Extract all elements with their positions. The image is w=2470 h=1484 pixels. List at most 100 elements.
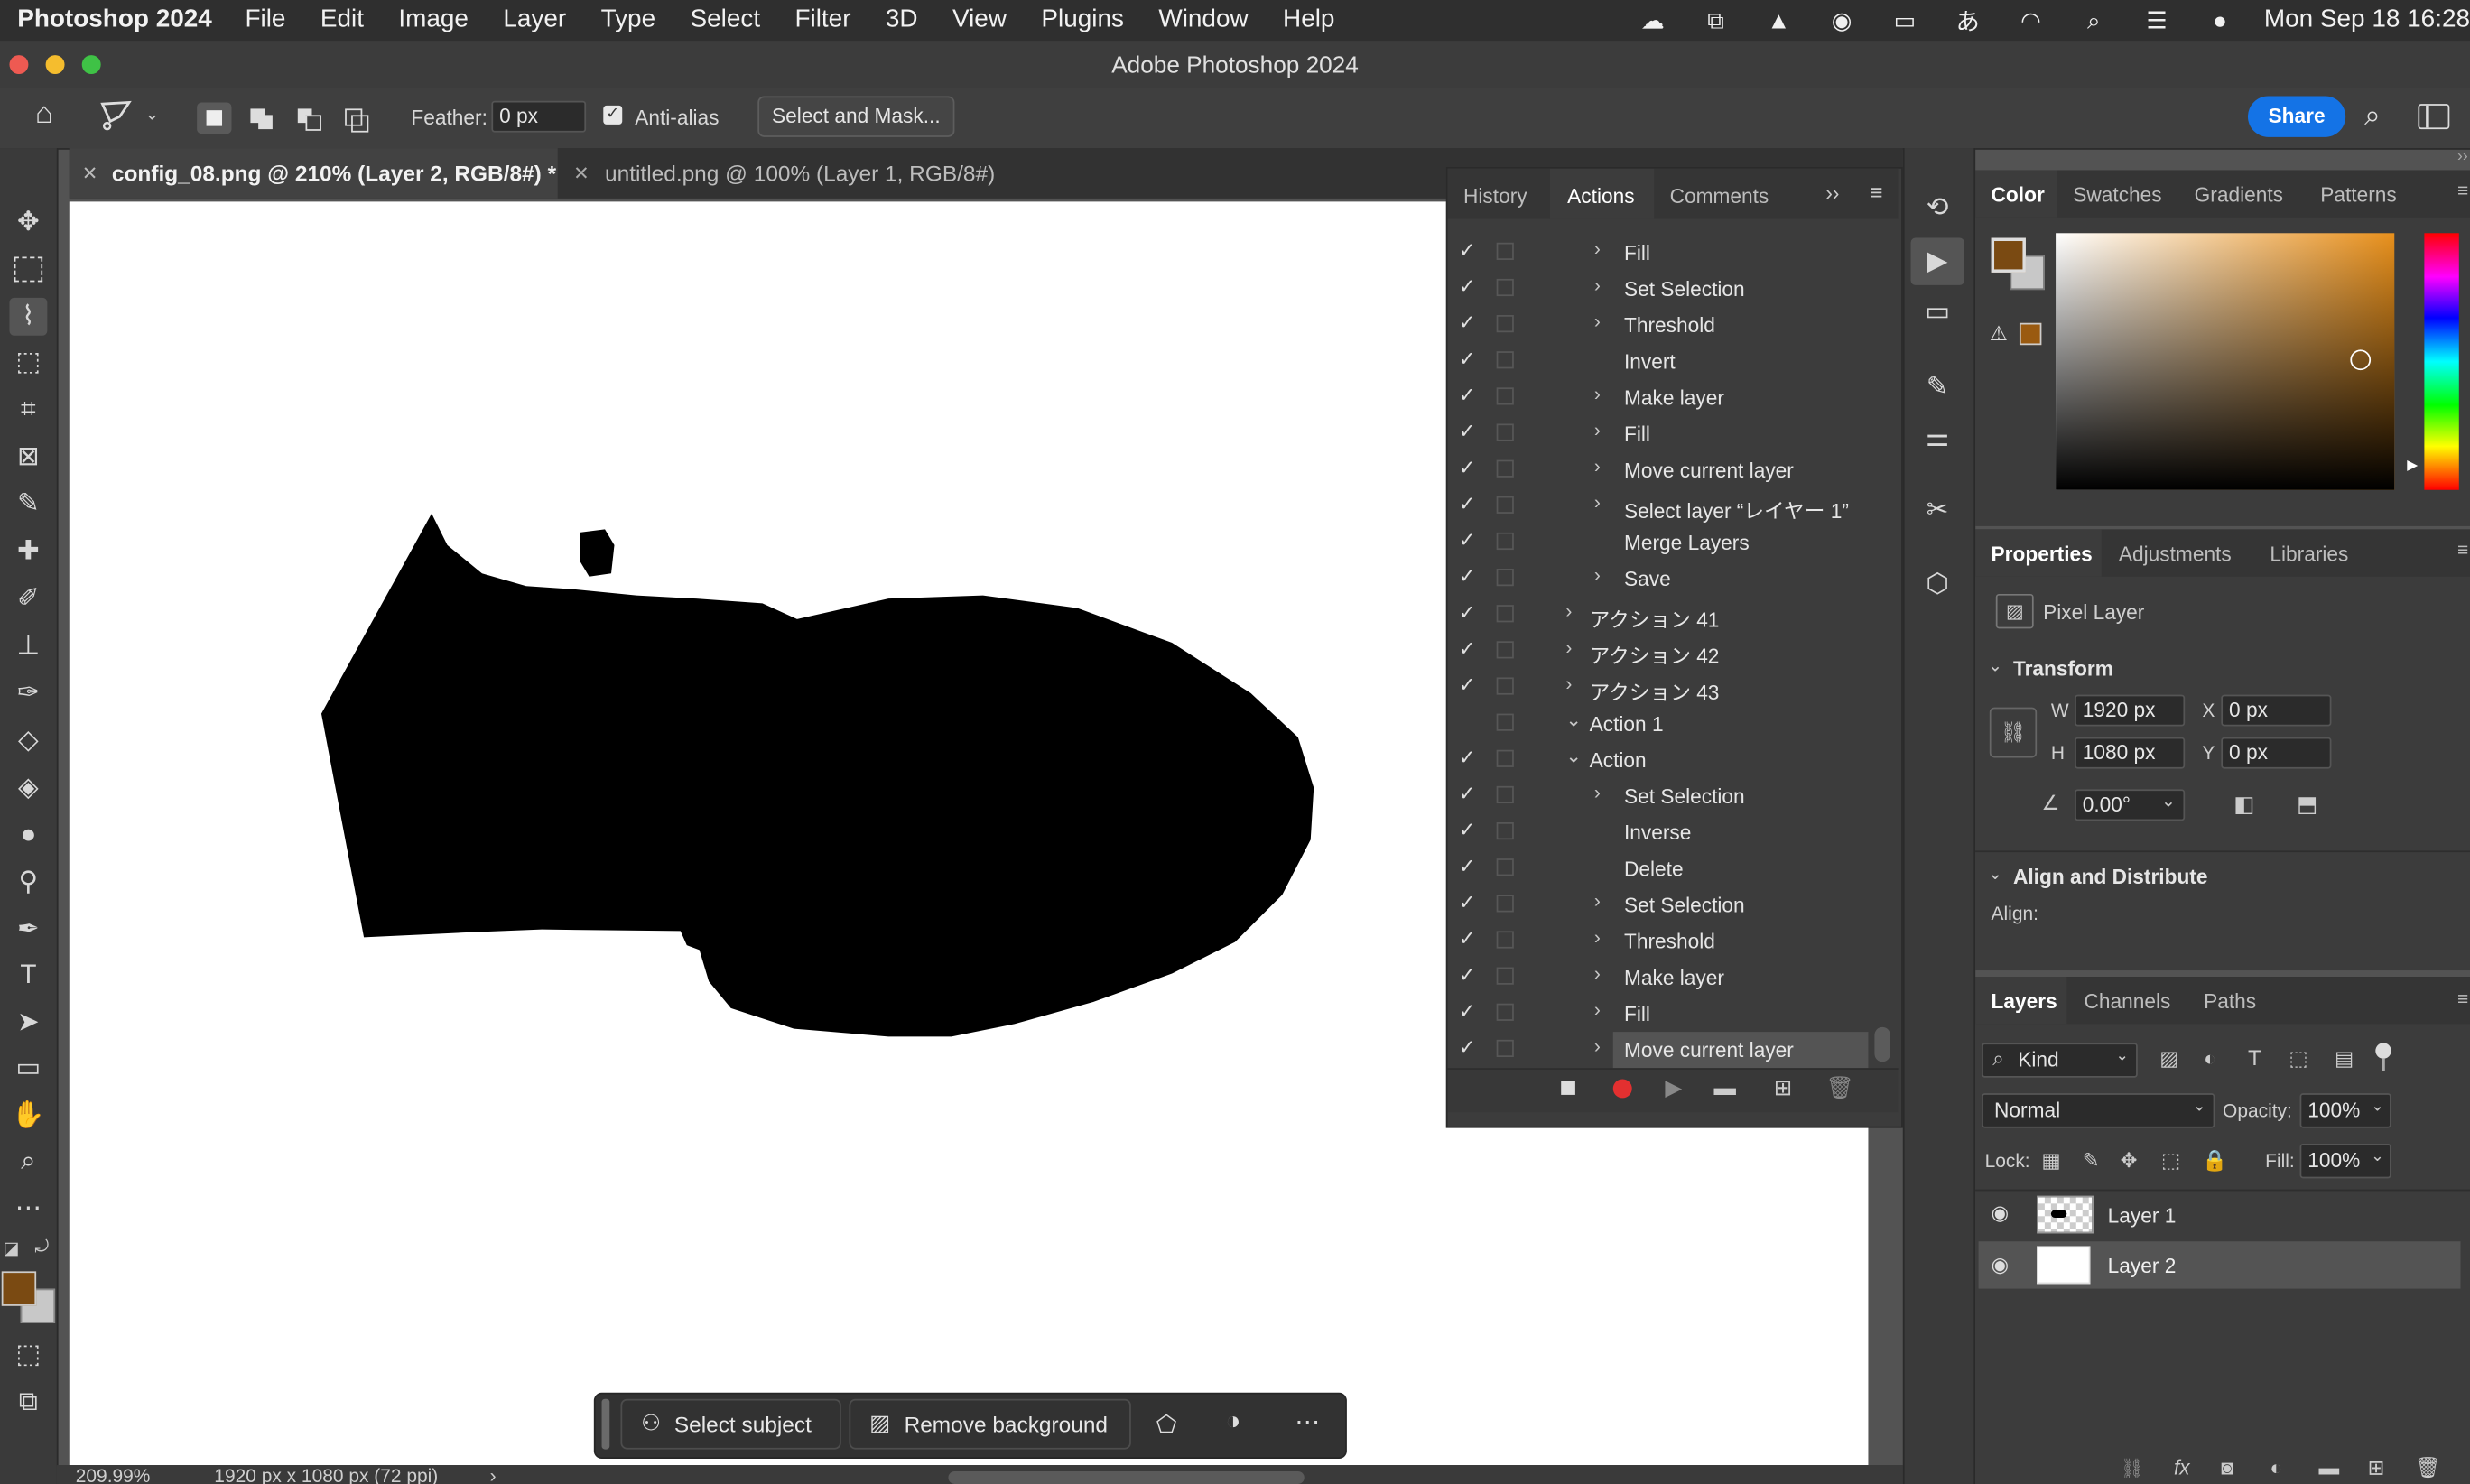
paint-bucket-tool-icon[interactable]: ◈ <box>9 769 47 807</box>
color-panel-menu-icon[interactable]: ≡ <box>2457 180 2468 201</box>
color-field[interactable] <box>2056 233 2395 490</box>
marquee-tool-icon[interactable] <box>9 250 47 288</box>
transform-chevron-icon[interactable]: ⌄ <box>1988 655 2002 676</box>
filter-smart-object-icon[interactable]: ▤ <box>2335 1046 2354 1071</box>
tab-patterns[interactable]: Patterns <box>2320 182 2396 206</box>
action-row[interactable]: ✓ › Select layer “レイヤー 1” <box>1446 488 1869 524</box>
action-row[interactable]: ✓ › Set Selection <box>1446 778 1869 814</box>
y-input[interactable]: 0 px <box>2221 737 2332 769</box>
chevron-right-icon[interactable]: › <box>1594 419 1601 441</box>
flip-horizontal-icon[interactable]: ◧ <box>2233 791 2254 818</box>
toggle-item-checkmark-icon[interactable]: ✓ <box>1459 347 1476 372</box>
toggle-item-checkmark-icon[interactable]: ✓ <box>1459 854 1476 879</box>
wifi-icon[interactable]: ◠ <box>2000 6 2063 35</box>
add-mask-icon[interactable]: ◙ <box>2221 1456 2233 1479</box>
fill-chevron-icon[interactable]: ⌄ <box>2371 1148 2384 1165</box>
action-row[interactable]: ✓ › Threshold <box>1446 307 1869 343</box>
chevron-right-icon[interactable]: › <box>1594 890 1601 912</box>
dialog-toggle-box[interactable] <box>1496 931 1514 949</box>
tab-swatches[interactable]: Swatches <box>2073 182 2161 206</box>
default-colors-icon[interactable]: ◪ <box>3 1238 19 1258</box>
tab-gradients[interactable]: Gradients <box>2195 182 2283 206</box>
action-row[interactable]: ✓ › Make layer <box>1446 960 1869 996</box>
action-row[interactable]: ✓ › Fill <box>1446 235 1869 271</box>
adjustments-icon[interactable]: ⚌ <box>1918 419 1956 457</box>
layer-row-selected[interactable]: ◉ Layer 2 <box>1978 1241 2461 1289</box>
acrobat-icon[interactable]: ▲ <box>1748 7 1811 34</box>
chevron-right-icon[interactable]: › <box>1594 455 1601 477</box>
toggle-item-checkmark-icon[interactable]: ✓ <box>1459 890 1476 915</box>
action-row[interactable]: ✓ › Fill <box>1446 416 1869 452</box>
actions-scrollbar-thumb[interactable] <box>1874 1026 1890 1062</box>
action-row[interactable]: ✓ › Move current layer <box>1446 452 1869 488</box>
polygonal-lasso-icon[interactable] <box>98 97 138 135</box>
dialog-toggle-box[interactable] <box>1496 315 1514 333</box>
intersect-selection-button[interactable] <box>339 102 373 134</box>
dialog-toggle-box[interactable] <box>1496 1039 1514 1058</box>
chevron-right-icon[interactable]: › <box>1565 636 1572 658</box>
share-button[interactable]: Share <box>2247 96 2346 137</box>
chevron-right-icon[interactable]: › <box>1594 492 1601 514</box>
chevron-right-icon[interactable]: › <box>1565 672 1572 694</box>
new-action-icon[interactable]: ⊞ <box>1774 1074 1792 1101</box>
collapse-panel-icon[interactable]: ›› <box>1825 181 1839 205</box>
menu-clock[interactable]: Mon Sep 18 16:28 <box>2264 6 2470 34</box>
align-section-title[interactable]: Align and Distribute <box>2013 865 2207 888</box>
menu-file[interactable]: File <box>245 6 285 34</box>
eraser-tool-icon[interactable]: ◇ <box>9 721 47 759</box>
history-brush-tool-icon[interactable]: ✑ <box>9 674 47 712</box>
dialog-toggle-box[interactable] <box>1496 1003 1514 1021</box>
brush-settings-icon[interactable]: ✎ <box>1918 368 1956 406</box>
user-icon[interactable]: ◉ <box>1810 6 1873 35</box>
visibility-eye-icon[interactable]: ◉ <box>1992 1201 2010 1226</box>
action-row[interactable]: ✓ Delete <box>1446 850 1869 886</box>
app-menu[interactable]: Photoshop 2024 <box>17 6 212 34</box>
chevron-right-icon[interactable]: › <box>1594 383 1601 404</box>
screen-share-icon[interactable]: ⧉ <box>1685 7 1748 34</box>
horizontal-scrollbar[interactable] <box>948 1471 1305 1484</box>
action-row[interactable]: ⌄ Action 1 <box>1446 706 1869 742</box>
toggle-item-checkmark-icon[interactable]: ✓ <box>1459 419 1476 444</box>
new-group-icon[interactable]: ▬ <box>2318 1456 2339 1479</box>
zoom-level[interactable]: 209.99% <box>76 1465 151 1484</box>
action-row[interactable]: ✓ › Save <box>1446 561 1869 597</box>
tab-comments[interactable]: Comments <box>1670 184 1769 208</box>
tab-untitled[interactable]: ✕ untitled.png @ 100% (Layer 1, RGB/8#) <box>558 148 1018 199</box>
hue-slider-handle[interactable]: ▶ <box>2407 457 2418 474</box>
path-selection-tool-icon[interactable]: ➤ <box>9 1004 47 1042</box>
dialog-toggle-box[interactable] <box>1496 278 1514 297</box>
subtract-selection-button[interactable] <box>292 102 326 134</box>
control-center-icon[interactable]: ☰ <box>2125 6 2188 35</box>
close-tab-icon[interactable]: ✕ <box>573 148 590 199</box>
chevron-right-icon[interactable]: › <box>1594 564 1601 586</box>
action-row[interactable]: ✓ › アクション 41 <box>1446 597 1869 633</box>
anti-alias-checkbox[interactable]: ✓ <box>603 105 623 125</box>
lock-artboard-icon[interactable]: ⬚ <box>2161 1148 2180 1173</box>
dialog-toggle-box[interactable] <box>1496 496 1514 514</box>
chevron-down-icon[interactable]: ⌄ <box>1565 745 1582 766</box>
x-input[interactable]: 0 px <box>2221 694 2332 727</box>
layer-name[interactable]: Layer 1 <box>2108 1203 2177 1227</box>
chevron-right-icon[interactable]: › <box>1594 238 1601 260</box>
input-method-icon[interactable]: あ <box>1936 4 2000 37</box>
fx-icon[interactable]: fx <box>2174 1456 2190 1479</box>
panel-menu-icon[interactable]: ≡ <box>1870 180 1882 205</box>
tab-paths[interactable]: Paths <box>2204 989 2256 1013</box>
tab-config-08[interactable]: ✕ config_08.png @ 210% (Layer 2, RGB/8#)… <box>69 148 558 199</box>
dialog-toggle-box[interactable] <box>1496 423 1514 441</box>
type-tool-icon[interactable]: T <box>9 956 47 994</box>
3d-panel-icon[interactable]: ⬡ <box>1918 566 1956 604</box>
dialog-toggle-box[interactable] <box>1496 532 1514 551</box>
blur-tool-icon[interactable]: ● <box>9 816 47 854</box>
gamut-color-swatch[interactable] <box>2019 322 2042 346</box>
play-icon[interactable]: ▶ <box>1665 1074 1682 1101</box>
menu-image[interactable]: Image <box>398 6 469 34</box>
delete-action-icon[interactable]: 🗑 <box>1825 1074 1853 1101</box>
tab-layers[interactable]: Layers <box>1992 989 2057 1013</box>
zoom-tool-icon[interactable]: ⌕ <box>9 1142 47 1180</box>
adjustment-layer-icon[interactable]: ◐ <box>2270 1456 2282 1479</box>
menu-help[interactable]: Help <box>1283 6 1334 34</box>
toggle-item-checkmark-icon[interactable]: ✓ <box>1459 238 1476 264</box>
tab-channels[interactable]: Channels <box>2085 989 2171 1013</box>
toggle-item-checkmark-icon[interactable]: ✓ <box>1459 672 1476 698</box>
